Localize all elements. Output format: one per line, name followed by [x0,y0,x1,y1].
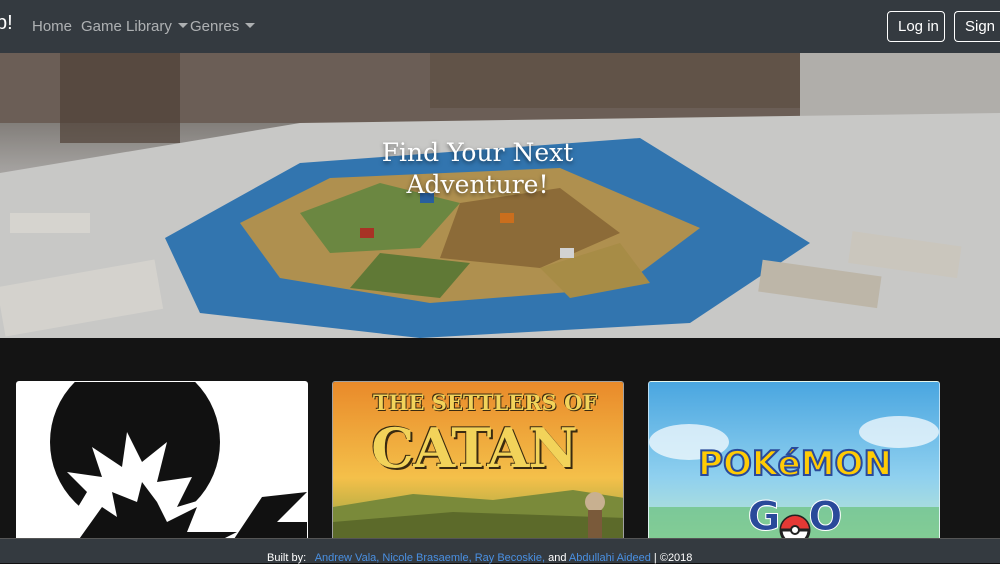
footer-built-by: Built by: [267,552,307,564]
author-link-ray[interactable]: Ray Becoskie, [475,552,545,564]
catan-title-top: THE SETTLERS OF [373,390,598,415]
footer-and: and [548,552,567,564]
catan-title-main: CATAN [371,416,577,480]
dragon-logo-image [50,382,307,538]
nav-genres[interactable]: Genres [190,18,256,35]
go-title: GO [747,494,871,539]
hero-title-line1: Find Your Next [381,138,574,167]
footer-credits: Built by: Andrew Vala, Nicole Brasaemle,… [267,552,692,564]
hero-title-line2: Adventure! [406,170,549,199]
hero-banner: Find Your Next Adventure! [0,53,1000,338]
navbar: p! Home Game Library Genres Log in Sign … [0,0,1000,53]
footer-copyright: | ©2018 [653,552,693,564]
author-link-abdullahi[interactable]: Abdullahi Aideed [569,552,651,564]
author-link-nicole[interactable]: Nicole Brasaemle, [382,552,471,564]
game-grid: THE SETTLERS OF CATAN POKéMON GO [0,338,1000,538]
chevron-down-icon [177,23,188,28]
brand[interactable]: p! [0,12,13,35]
nav-game-library[interactable]: Game Library [81,18,188,35]
game-card-dnd[interactable] [16,381,308,538]
signup-button[interactable]: Sign U [954,11,1000,42]
nav-genres-label: Genres [190,18,240,35]
pokemon-title: POKéMON [697,443,893,485]
footer: Built by: Andrew Vala, Nicole Brasaemle,… [0,538,1000,564]
game-card-pokemon-go[interactable]: POKéMON GO [648,381,940,538]
hero-title: Find Your Next Adventure! [0,137,955,201]
author-link-andrew[interactable]: Andrew Vala, [315,552,380,564]
nav-game-library-label: Game Library [81,18,172,35]
nav-home[interactable]: Home [32,18,72,35]
chevron-down-icon [245,23,256,28]
game-card-catan[interactable]: THE SETTLERS OF CATAN [332,381,624,538]
login-button[interactable]: Log in [887,11,945,42]
